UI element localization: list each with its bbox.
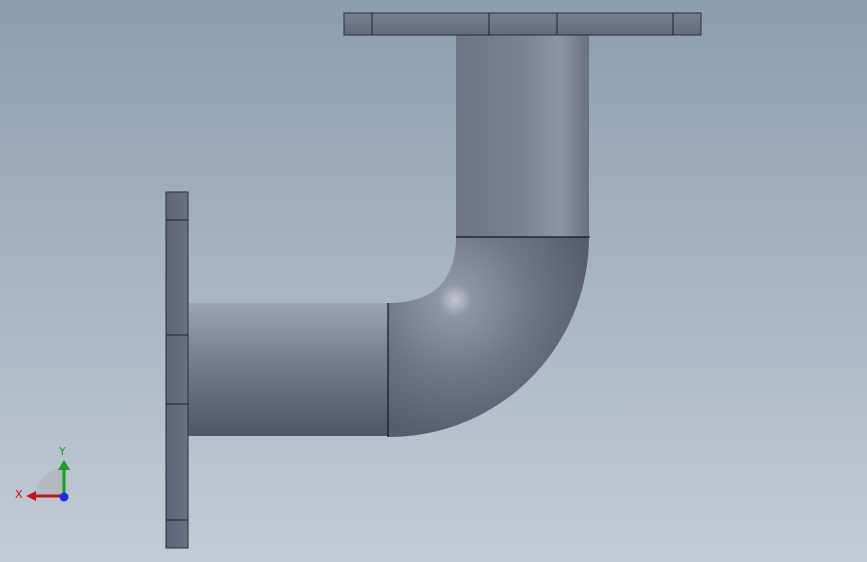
top-flange[interactable] <box>343 12 702 36</box>
vertical-pipe-segment[interactable] <box>456 35 589 237</box>
pipe-model[interactable] <box>0 0 867 562</box>
pipe-elbow[interactable] <box>388 237 589 437</box>
horizontal-pipe-segment[interactable] <box>188 303 388 436</box>
graphics-viewport[interactable]: Y X <box>0 0 867 562</box>
left-flange[interactable] <box>165 191 189 549</box>
x-axis-arrowhead <box>26 491 36 501</box>
x-axis-label: X <box>15 488 23 501</box>
y-axis-arrowhead <box>58 460 70 470</box>
orientation-triad[interactable]: Y X <box>12 440 76 510</box>
z-axis-dot <box>59 492 69 502</box>
triad-plane-shading <box>36 468 64 496</box>
y-axis-label: Y <box>58 445 66 458</box>
